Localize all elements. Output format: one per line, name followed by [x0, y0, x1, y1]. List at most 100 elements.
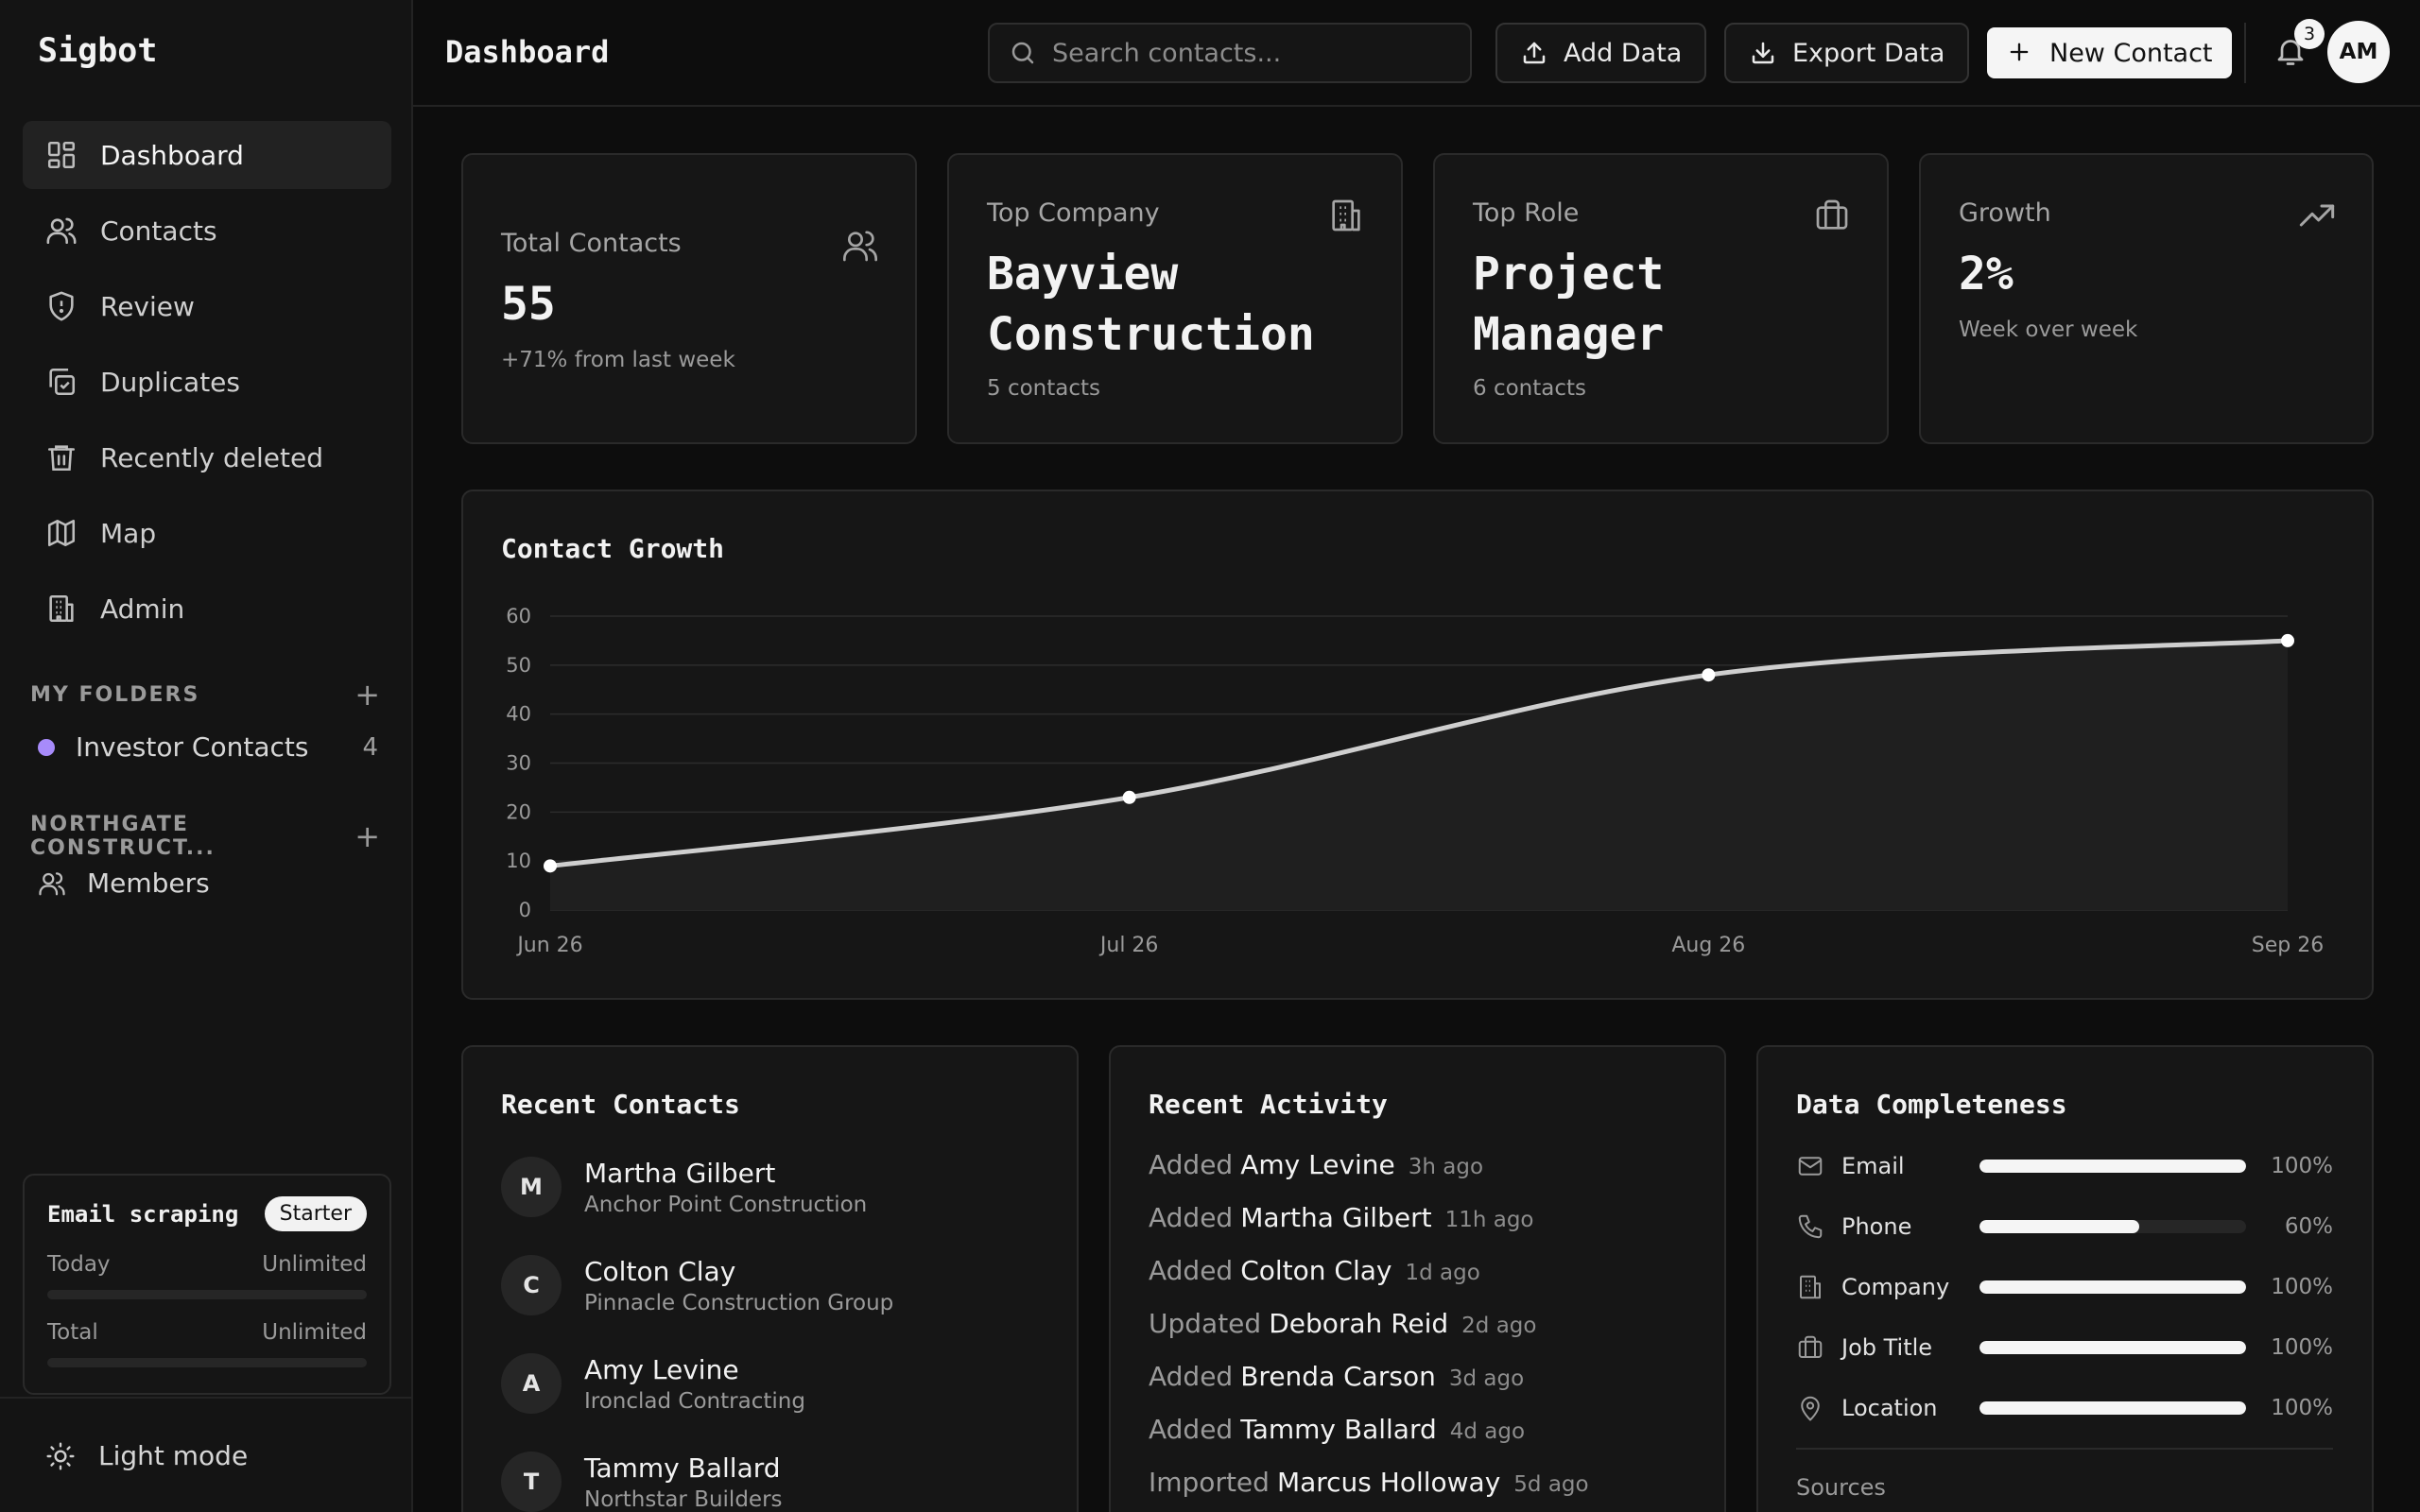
completeness-bar	[1979, 1220, 2246, 1233]
contact-avatar: M	[501, 1157, 562, 1217]
activity-time: 5d ago	[1513, 1472, 1589, 1497]
sidebar-item-contacts[interactable]: Contacts	[23, 197, 391, 265]
users-icon	[38, 869, 66, 898]
activity-contact-link[interactable]: Tammy Ballard	[1240, 1414, 1437, 1445]
org-heading: NORTHGATE CONSTRUCT... +	[30, 813, 380, 860]
stat-value-line-2: Manager	[1473, 308, 1665, 361]
add-data-label: Add Data	[1564, 38, 1683, 68]
activity-contact-link[interactable]: Amy Levine	[1240, 1149, 1395, 1180]
activity-time: 1d ago	[1405, 1261, 1480, 1285]
chart-y-tick-label: 40	[506, 703, 531, 726]
stat-sub: Week over week	[1959, 318, 2138, 342]
total-usage-bar	[47, 1358, 367, 1367]
add-folder-button[interactable]: +	[354, 677, 380, 713]
activity-verb: Imported	[1149, 1467, 1270, 1498]
total-value: Unlimited	[262, 1320, 367, 1345]
sidebar-item-admin[interactable]: Admin	[23, 575, 391, 643]
user-avatar[interactable]: AM	[2327, 21, 2390, 83]
recent-contacts-title: Recent Contacts	[501, 1089, 740, 1120]
chart-x-tick-label: Jun 26	[515, 934, 582, 957]
divider	[1796, 1448, 2333, 1450]
sidebar-item-review[interactable]: Review	[23, 272, 391, 340]
stat-label: Growth	[1959, 198, 2051, 228]
add-org-item-button[interactable]: +	[354, 818, 380, 854]
chart-data-point	[2281, 633, 2294, 647]
recent-contacts-card: Recent Contacts M Martha Gilbert Anchor …	[461, 1045, 1079, 1512]
chart-data-point	[544, 859, 557, 873]
new-contact-label: New Contact	[2049, 38, 2213, 68]
chart-y-tick-label: 30	[506, 752, 531, 775]
my-folders-heading: MY FOLDERS +	[30, 677, 380, 713]
sidebar-item-dashboard[interactable]: Dashboard	[23, 121, 391, 189]
building-icon	[45, 593, 78, 625]
email-scraping-card: Email scraping Starter Today Unlimited T…	[23, 1174, 391, 1395]
activity-contact-link[interactable]: Brenda Carson	[1240, 1361, 1436, 1392]
completeness-percent: 60%	[2284, 1214, 2333, 1239]
page-title: Dashboard	[445, 34, 610, 70]
users-icon	[841, 227, 879, 265]
stat-value: 2%	[1959, 248, 2014, 301]
stat-card-top-company: Top Company Bayview Construction 5 conta…	[947, 153, 1403, 444]
activity-time: 2d ago	[1461, 1314, 1537, 1338]
completeness-bar	[1979, 1160, 2246, 1173]
trash-icon	[45, 441, 78, 473]
completeness-bar-fill	[1979, 1220, 2140, 1233]
stat-sub: 6 contacts	[1473, 376, 1586, 401]
sidebar-item-recently-deleted[interactable]: Recently deleted	[23, 423, 391, 491]
header-divider	[2244, 23, 2246, 83]
sidebar-item-duplicates[interactable]: Duplicates	[23, 348, 391, 416]
theme-toggle-button[interactable]: Light mode	[45, 1440, 248, 1471]
contact-company: Ironclad Contracting	[584, 1388, 805, 1414]
stat-card-total-contacts: Total Contacts 55 +71% from last week	[461, 153, 917, 444]
search-input[interactable]	[1052, 38, 1449, 68]
dashboard-icon	[45, 139, 78, 171]
stat-value-line-1: Project	[1473, 248, 1665, 301]
chart-y-tick-label: 50	[506, 654, 531, 677]
completeness-row-phone: Phone 60%	[1796, 1208, 2333, 1246]
top-header: Dashboard Add Data Export Data New Conta…	[413, 0, 2420, 107]
completeness-row-job-title: Job Title 100%	[1796, 1329, 2333, 1366]
chart-data-point	[1122, 790, 1136, 804]
contact-avatar: T	[501, 1452, 562, 1512]
contact-name: Amy Levine	[584, 1353, 739, 1385]
activity-contact-link[interactable]: Marcus Holloway	[1277, 1467, 1500, 1498]
stat-label: Top Company	[987, 198, 1160, 228]
activity-contact-link[interactable]: Martha Gilbert	[1240, 1202, 1431, 1233]
contact-name: Colton Clay	[584, 1255, 736, 1287]
plus-icon	[2006, 39, 2034, 67]
completeness-bar-fill	[1979, 1341, 2246, 1354]
completeness-bar-fill	[1979, 1401, 2246, 1415]
contact-company: Northstar Builders	[584, 1486, 783, 1512]
sidebar-item-map[interactable]: Map	[23, 499, 391, 567]
notification-count-badge: 3	[2294, 19, 2325, 49]
chart-x-tick-label: Jul 26	[1098, 934, 1159, 957]
email-scraping-title: Email scraping	[47, 1200, 239, 1228]
completeness-bar	[1979, 1341, 2246, 1354]
contact-row[interactable]: A Amy Levine Ironclad Contracting	[501, 1353, 805, 1414]
contact-row[interactable]: T Tammy Ballard Northstar Builders	[501, 1452, 783, 1512]
folder-label: Investor Contacts	[76, 731, 309, 763]
upload-icon	[1520, 39, 1548, 67]
folder-item-investor-contacts[interactable]: Investor Contacts 4	[38, 731, 378, 763]
completeness-bar-fill	[1979, 1160, 2246, 1173]
stat-value: 55	[501, 278, 556, 331]
activity-contact-link[interactable]: Colton Clay	[1240, 1255, 1392, 1286]
contact-row[interactable]: M Martha Gilbert Anchor Point Constructi…	[501, 1157, 867, 1217]
stat-card-growth: Growth 2% Week over week	[1919, 153, 2374, 444]
contact-growth-chart: 0 10 20 30 40 50 60 Jun 26 Jul 26 Aug 26 Sep 26	[506, 605, 2324, 957]
activity-contact-link[interactable]: Deborah Reid	[1269, 1308, 1448, 1339]
completeness-label: Job Title	[1841, 1334, 1933, 1361]
completeness-percent: 100%	[2271, 1396, 2333, 1420]
contact-name: Tammy Ballard	[584, 1452, 781, 1484]
stat-value-line-2: Construction	[987, 308, 1315, 361]
activity-item: Added Tammy Ballard 4d ago	[1149, 1414, 1525, 1445]
contact-row[interactable]: C Colton Clay Pinnacle Construction Grou…	[501, 1255, 893, 1315]
add-data-button[interactable]: Add Data	[1495, 23, 1707, 83]
chart-x-tick-label: Sep 26	[2252, 934, 2324, 957]
new-contact-button[interactable]: New Contact	[1987, 27, 2232, 78]
export-data-button[interactable]: Export Data	[1724, 23, 1970, 83]
sidebar-item-members[interactable]: Members	[38, 868, 210, 899]
sidebar-item-label: Admin	[100, 593, 185, 625]
today-label: Today	[47, 1252, 111, 1277]
today-usage-bar	[47, 1290, 367, 1299]
